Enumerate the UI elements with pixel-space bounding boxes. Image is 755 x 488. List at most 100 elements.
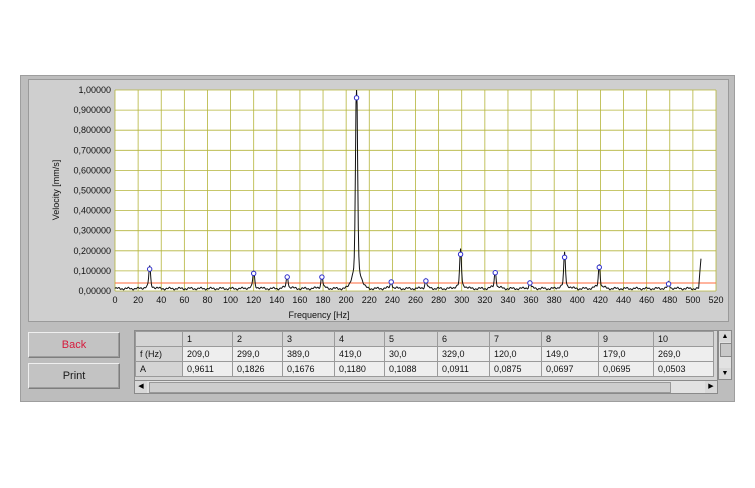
peak-marker	[353, 95, 360, 101]
x-tick-label: 0	[112, 295, 117, 305]
y-tick-label: 0,00000	[78, 286, 111, 296]
table-cell[interactable]: 0,1826	[232, 361, 283, 377]
column-header: 7	[489, 331, 542, 347]
table-header-row: 1 2 3 4 5 6 7 8 9 10	[135, 331, 714, 347]
scroll-up-arrow-icon[interactable]: ▲	[719, 331, 731, 342]
x-tick-label: 140	[269, 295, 284, 305]
table-corner	[135, 331, 183, 347]
x-tick-label: 360	[524, 295, 539, 305]
table-row-amplitude: A 0,9611 0,1826 0,1676 0,1180 0,1088 0,0…	[135, 361, 714, 377]
table-cell[interactable]: 269,0	[653, 346, 714, 362]
peak-marker	[319, 274, 325, 280]
scroll-thumb[interactable]	[720, 343, 732, 357]
x-tick-label: 100	[223, 295, 238, 305]
table-cell[interactable]: 179,0	[598, 346, 654, 362]
peak-marker	[146, 266, 153, 272]
x-tick-label: 80	[202, 295, 212, 305]
x-tick-label: 260	[408, 295, 423, 305]
table-cell[interactable]: 329,0	[437, 346, 490, 362]
y-tick-label: 0,600000	[73, 165, 111, 175]
y-tick-label: 0,200000	[73, 246, 111, 256]
table-cell[interactable]: 0,9611	[182, 361, 233, 377]
table-cell[interactable]: 0,1676	[282, 361, 335, 377]
peak-marker	[388, 279, 394, 285]
y-tick-label: 1,00000	[78, 85, 111, 95]
spectrum-chart: 0,00000 0,100000 0,200000 0,300000 0,400000 0…	[51, 85, 724, 320]
x-tick-label: 400	[570, 295, 585, 305]
peak-marker	[284, 274, 290, 280]
x-tick-label: 160	[292, 295, 307, 305]
row-header: f (Hz)	[135, 346, 183, 362]
peak-marker	[457, 251, 464, 257]
peak-marker	[250, 270, 257, 277]
table-vertical-scrollbar[interactable]: ▲ ▼	[718, 330, 732, 380]
column-header: 4	[334, 331, 385, 347]
peak-marker	[561, 254, 568, 261]
column-header: 10	[653, 331, 714, 347]
table-cell[interactable]: 149,0	[541, 346, 599, 362]
print-button[interactable]: Print	[28, 363, 120, 389]
scroll-thumb[interactable]	[149, 382, 671, 393]
x-tick-label: 460	[639, 295, 654, 305]
peak-marker	[527, 280, 533, 286]
column-header: 9	[598, 331, 654, 347]
table-cell[interactable]: 120,0	[489, 346, 542, 362]
x-tick-label: 20	[133, 295, 143, 305]
table-cell[interactable]: 299,0	[232, 346, 283, 362]
analysis-panel: 0,00000 0,100000 0,200000 0,300000 0,400000 0…	[20, 75, 735, 402]
scroll-down-arrow-icon[interactable]: ▼	[719, 368, 731, 379]
x-axis-label: Frequency [Hz]	[288, 310, 349, 320]
column-header: 3	[282, 331, 335, 347]
table-cell[interactable]: 419,0	[334, 346, 385, 362]
table-cell[interactable]: 0,0911	[437, 361, 490, 377]
spectrum-chart-frame: 0,00000 0,100000 0,200000 0,300000 0,400000 0…	[28, 79, 729, 322]
table-horizontal-scrollbar[interactable]: ◀ ▶	[134, 380, 718, 394]
x-tick-label: 120	[246, 295, 261, 305]
x-tick-label: 220	[362, 295, 377, 305]
column-header: 5	[384, 331, 438, 347]
peak-marker	[492, 269, 498, 276]
column-header: 6	[437, 331, 490, 347]
peak-marker	[596, 264, 602, 270]
y-tick-label: 0,700000	[73, 145, 111, 155]
table-cell[interactable]: 0,0695	[598, 361, 654, 377]
table-cell[interactable]: 0,0875	[489, 361, 542, 377]
table-cell[interactable]: 0,0697	[541, 361, 599, 377]
x-tick-label: 500	[685, 295, 700, 305]
y-tick-label: 0,900000	[73, 105, 111, 115]
x-tick-label: 440	[616, 295, 631, 305]
row-header: A	[135, 361, 183, 377]
x-tick-label: 60	[179, 295, 189, 305]
x-tick-label: 340	[500, 295, 515, 305]
table-cell[interactable]: 389,0	[282, 346, 335, 362]
x-tick-label: 280	[431, 295, 446, 305]
y-tick-label: 0,100000	[73, 266, 111, 276]
y-tick-label: 0,500000	[73, 186, 111, 196]
x-tick-label: 520	[708, 295, 723, 305]
table-cell[interactable]: 0,1180	[334, 361, 385, 377]
table-cell[interactable]: 0,0503	[653, 361, 714, 377]
scroll-left-arrow-icon[interactable]: ◀	[135, 381, 147, 393]
table-cell[interactable]: 0,1088	[384, 361, 438, 377]
table-row-frequency: f (Hz) 209,0 299,0 389,0 419,0 30,0 329,…	[135, 346, 714, 362]
x-tick-label: 420	[593, 295, 608, 305]
x-tick-label: 180	[316, 295, 331, 305]
x-tick-label: 40	[156, 295, 166, 305]
column-header: 8	[541, 331, 599, 347]
peak-marker	[665, 281, 672, 287]
scroll-right-arrow-icon[interactable]: ▶	[705, 381, 717, 393]
x-tick-label: 240	[385, 295, 400, 305]
table-cell[interactable]: 209,0	[182, 346, 233, 362]
y-axis-label: Velocity [mm/s]	[51, 160, 61, 221]
y-tick-label: 0,800000	[73, 125, 111, 135]
x-tick-label: 320	[477, 295, 492, 305]
x-tick-label: 380	[547, 295, 562, 305]
peak-marker	[423, 278, 429, 284]
y-tick-label: 0,300000	[73, 226, 111, 236]
x-tick-label: 200	[339, 295, 354, 305]
y-tick-label: 0,400000	[73, 206, 111, 216]
table-cell[interactable]: 30,0	[384, 346, 438, 362]
x-tick-label: 300	[454, 295, 469, 305]
x-tick-label: 480	[662, 295, 677, 305]
back-button[interactable]: Back	[28, 332, 120, 358]
